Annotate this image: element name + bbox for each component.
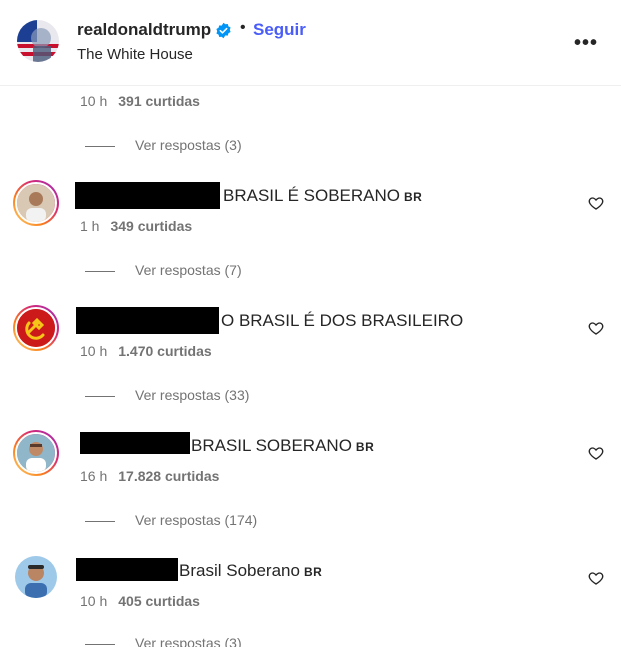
separator-dot: • (240, 19, 246, 36)
comment-time[interactable]: 10 h (80, 343, 107, 359)
redacted-username (76, 307, 219, 334)
comment-meta: 10 h 1.470 curtidas (80, 343, 212, 359)
author-avatar[interactable] (17, 20, 59, 62)
comment-text: O BRASIL É DOS BRASILEIRO (221, 311, 464, 330)
view-replies-button[interactable]: Ver respostas (33) (85, 387, 249, 403)
redacted-username (75, 182, 220, 209)
comment-meta: 10 h 391 curtidas (80, 93, 200, 109)
redacted-username (76, 558, 178, 581)
author-subtitle[interactable]: The White House (77, 46, 193, 63)
author-username[interactable]: realdonaldtrump (77, 20, 211, 40)
commenter-avatar[interactable] (13, 180, 59, 226)
like-heart-icon[interactable] (588, 570, 604, 586)
comment-time[interactable]: 10 h (80, 593, 107, 609)
comment-meta: 16 h 17.828 curtidas (80, 468, 219, 484)
commenter-avatar[interactable] (15, 556, 57, 598)
comment-likes[interactable]: 1.470 curtidas (118, 343, 211, 359)
comment-likes[interactable]: 391 curtidas (118, 93, 200, 109)
replies-line (85, 643, 115, 645)
comment-meta: 1 h 349 curtidas (80, 218, 192, 234)
country-flag: BR (303, 565, 323, 579)
more-options-icon[interactable]: ••• (574, 32, 598, 55)
view-replies-label: Ver respostas (3) (135, 137, 242, 153)
view-replies-button[interactable]: Ver respostas (3) (85, 635, 242, 647)
comment-meta: 10 h 405 curtidas (80, 593, 200, 609)
comment-likes[interactable]: 405 curtidas (118, 593, 200, 609)
comment-text: BRASIL SOBERANO BR (191, 436, 375, 455)
replies-line (85, 395, 115, 397)
comment-likes[interactable]: 17.828 curtidas (118, 468, 219, 484)
comment-time[interactable]: 10 h (80, 93, 107, 109)
view-replies-label: Ver respostas (174) (135, 512, 258, 528)
replies-line (85, 270, 115, 272)
like-heart-icon[interactable] (588, 320, 604, 336)
view-replies-button[interactable]: Ver respostas (174) (85, 512, 257, 528)
comment-likes[interactable]: 349 curtidas (110, 218, 192, 234)
replies-line (85, 520, 115, 522)
country-flag: BR (403, 190, 423, 204)
follow-button[interactable]: Seguir (253, 20, 306, 40)
commenter-avatar[interactable] (13, 305, 59, 351)
like-heart-icon[interactable] (588, 195, 604, 211)
comment-text: BRASIL É SOBERANO BR (223, 186, 423, 205)
view-replies-label: Ver respostas (33) (135, 387, 250, 403)
verified-badge-icon (216, 22, 231, 39)
like-heart-icon[interactable] (588, 445, 604, 461)
comment-time[interactable]: 16 h (80, 468, 107, 484)
post-header: realdonaldtrump • Seguir The White House… (0, 0, 621, 86)
comment-text: Brasil Soberano BR (179, 561, 323, 580)
view-replies-button[interactable]: Ver respostas (7) (85, 262, 242, 278)
view-replies-label: Ver respostas (3) (135, 635, 242, 647)
redacted-username (80, 432, 190, 454)
comment-time[interactable]: 1 h (80, 218, 99, 234)
commenter-avatar[interactable] (13, 430, 59, 476)
view-replies-button[interactable]: Ver respostas (3) (85, 137, 242, 153)
view-replies-label: Ver respostas (7) (135, 262, 242, 278)
country-flag: BR (355, 440, 375, 454)
replies-line (85, 145, 115, 147)
